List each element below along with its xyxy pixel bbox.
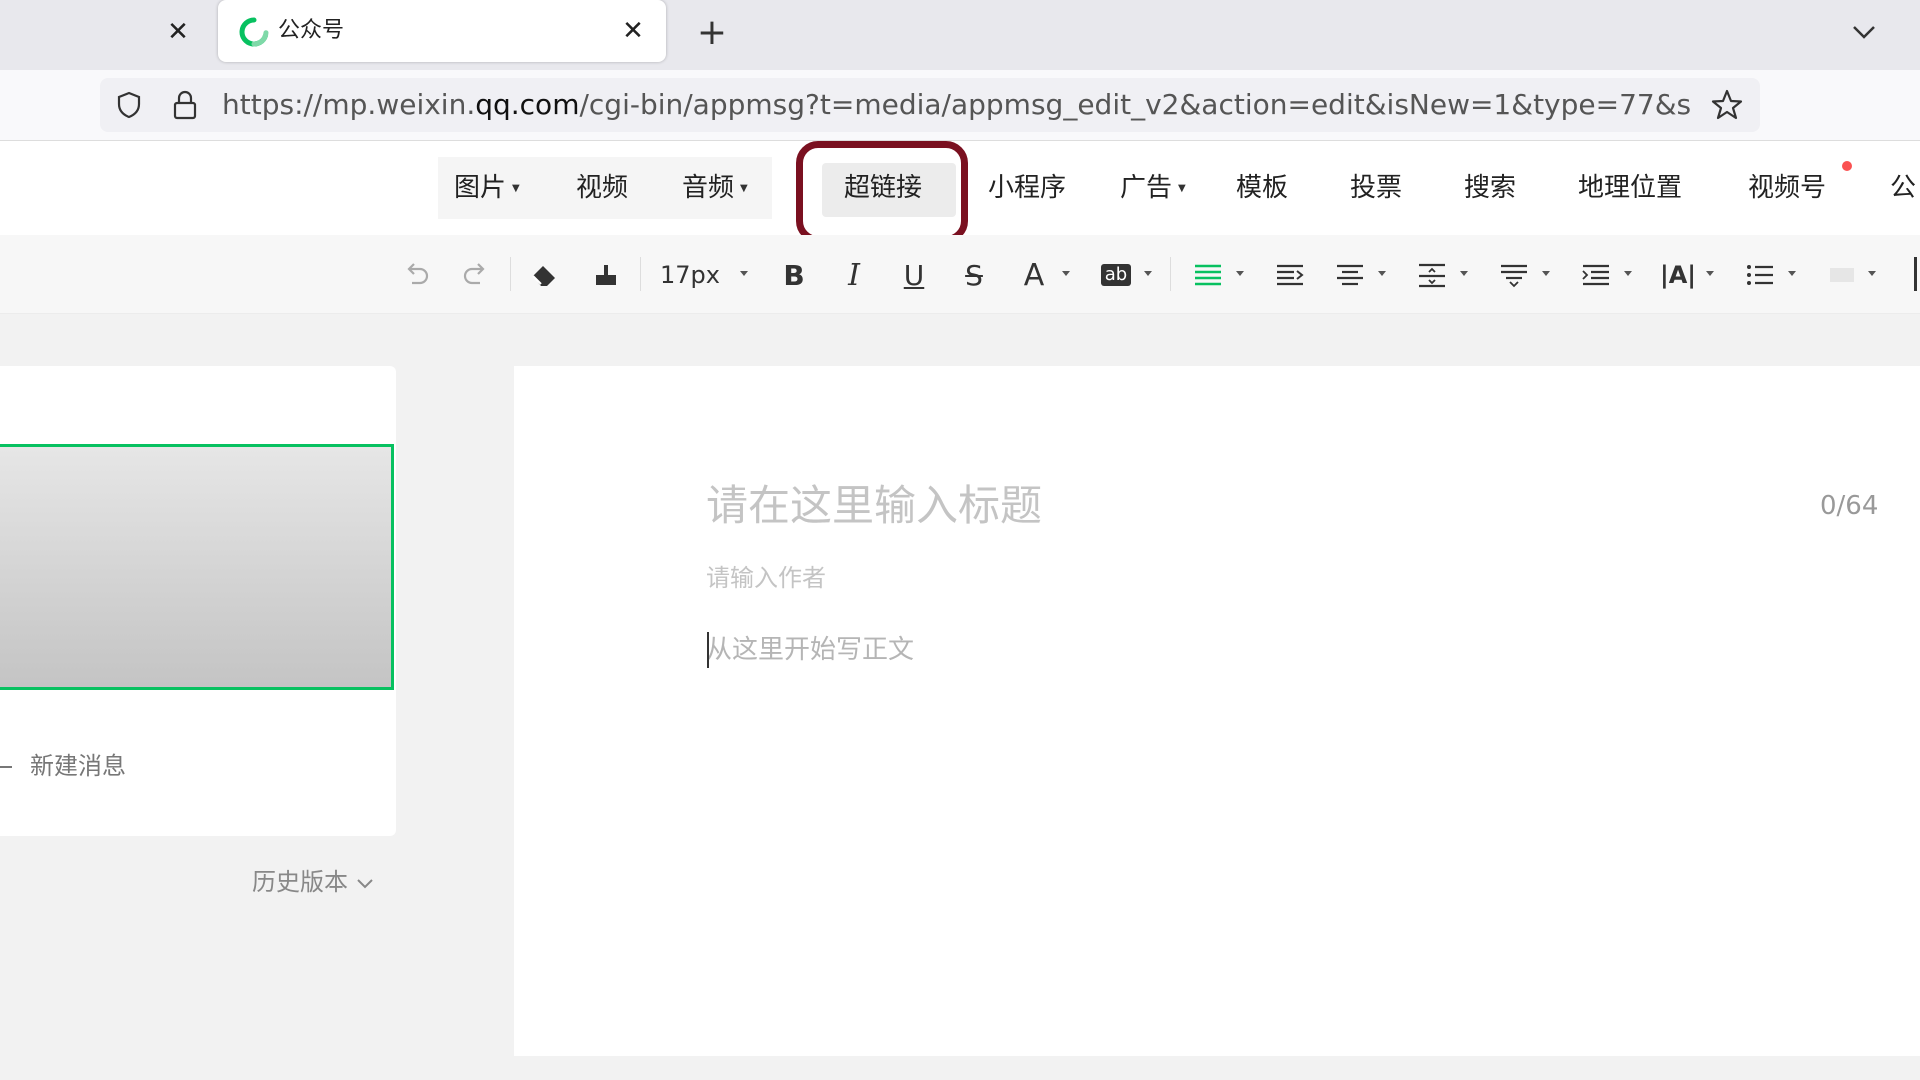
browser-tab-active[interactable]: 公众号 ✕ — [218, 0, 666, 62]
browser-tab-strip: ✕ 公众号 ✕ + — [0, 0, 1920, 70]
strikethrough-button[interactable]: S — [954, 255, 994, 295]
letter-spacing-icon[interactable]: |A| — [1658, 255, 1698, 295]
align-justify-icon[interactable] — [1188, 255, 1228, 295]
tab-list-chevron-icon[interactable] — [1846, 14, 1882, 50]
underline-button[interactable]: U — [894, 255, 934, 295]
eraser-icon[interactable] — [524, 255, 564, 295]
font-color-caret-icon[interactable] — [1062, 271, 1070, 276]
insert-location-button[interactable]: 地理位置 — [1578, 157, 1682, 219]
toolbar-separator — [1914, 257, 1917, 291]
format-painter-icon[interactable] — [586, 255, 626, 295]
block-style-caret-icon[interactable] — [1868, 271, 1876, 276]
highlight-annotation-frame — [796, 141, 968, 243]
insert-channels-button[interactable]: 视频号 — [1748, 157, 1826, 219]
font-size-caret-icon[interactable] — [740, 271, 748, 276]
insert-image-button[interactable]: 图片 ▼ — [454, 157, 520, 219]
insert-audio-button[interactable]: 音频 ▼ — [682, 157, 748, 219]
align-center-caret-icon[interactable] — [1378, 271, 1386, 276]
url-text[interactable]: https://mp.weixin.qq.com/cgi-bin/appmsg?… — [222, 86, 1692, 124]
paragraph-spacing-caret-icon[interactable] — [1542, 271, 1550, 276]
margin-icon[interactable] — [1576, 255, 1616, 295]
format-toolbar: 17px B I U S A ab |A| — [0, 235, 1920, 314]
insert-miniprogram-button[interactable]: 小程序 — [988, 157, 1066, 219]
lock-icon[interactable] — [170, 88, 200, 122]
undo-icon[interactable] — [396, 255, 436, 295]
bookmark-star-icon[interactable] — [1710, 88, 1744, 122]
insert-toolbar: 图片 ▼ 视频 音频 ▼ 超链接 小程序 广告 ▼ 模板 投票 搜索 地理位置 视频号… — [0, 141, 1920, 243]
text-cursor — [707, 632, 709, 668]
history-versions-button[interactable]: 历史版本 — [252, 862, 376, 902]
plus-icon — [0, 766, 12, 768]
editor-canvas — [514, 366, 1920, 1056]
paragraph-spacing-icon[interactable] — [1494, 255, 1534, 295]
new-tab-button[interactable]: + — [692, 12, 732, 53]
block-style-icon[interactable] — [1822, 255, 1862, 295]
address-bar[interactable]: https://mp.weixin.qq.com/cgi-bin/appmsg?… — [100, 78, 1760, 132]
chevron-down-icon — [357, 879, 373, 889]
article-title-input[interactable]: 请在这里输入标题 — [706, 474, 1042, 538]
browser-nav-bar: https://mp.weixin.qq.com/cgi-bin/appmsg?… — [0, 70, 1920, 141]
insert-video-button[interactable]: 视频 — [576, 157, 628, 219]
background-color-button[interactable]: ab — [1096, 255, 1136, 295]
author-input[interactable]: 请输入作者 — [706, 560, 826, 596]
margin-caret-icon[interactable] — [1624, 271, 1632, 276]
title-char-counter: 0/64 — [1820, 491, 1879, 521]
list-icon[interactable] — [1740, 255, 1780, 295]
insert-vote-button[interactable]: 投票 — [1350, 157, 1402, 219]
new-message-button[interactable]: 新建消息 — [0, 746, 126, 786]
toolbar-separator — [510, 257, 511, 291]
align-caret-icon[interactable] — [1236, 271, 1244, 276]
tab-close-icon[interactable]: ✕ — [616, 14, 650, 48]
align-center-icon[interactable] — [1330, 255, 1370, 295]
insert-official-account-button[interactable]: 公 — [1890, 157, 1916, 219]
insert-search-button[interactable]: 搜索 — [1464, 157, 1516, 219]
line-height-icon[interactable] — [1412, 255, 1452, 295]
toolbar-separator — [640, 257, 641, 291]
background-color-caret-icon[interactable] — [1144, 271, 1152, 276]
article-list-card: 新建消息 — [0, 366, 396, 836]
article-cover-thumbnail[interactable] — [0, 444, 394, 690]
bold-button[interactable]: B — [774, 255, 814, 295]
list-caret-icon[interactable] — [1788, 271, 1796, 276]
font-size-select[interactable]: 17px — [660, 255, 720, 295]
indent-icon[interactable] — [1270, 255, 1310, 295]
redo-icon[interactable] — [456, 255, 496, 295]
letter-spacing-caret-icon[interactable] — [1706, 271, 1714, 276]
line-height-caret-icon[interactable] — [1460, 271, 1468, 276]
wechat-mp-favicon-icon — [239, 17, 269, 47]
previous-tab-close-icon[interactable]: ✕ — [160, 14, 196, 50]
insert-template-button[interactable]: 模板 — [1236, 157, 1288, 219]
tracking-protection-shield-icon[interactable] — [114, 90, 144, 120]
notification-dot — [1842, 161, 1852, 171]
italic-button[interactable]: I — [834, 255, 874, 295]
insert-ad-button[interactable]: 广告 ▼ — [1120, 157, 1186, 219]
font-color-button[interactable]: A — [1014, 255, 1054, 295]
tab-title: 公众号 — [278, 18, 345, 43]
article-body-input[interactable]: 从这里开始写正文 — [706, 630, 914, 670]
toolbar-separator — [1170, 257, 1171, 291]
